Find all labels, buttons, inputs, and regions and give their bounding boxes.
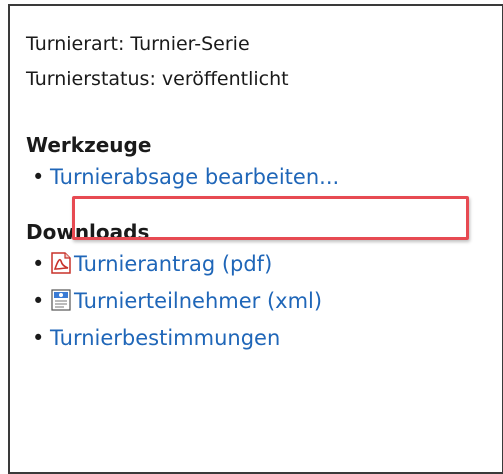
xml-file-icon (50, 289, 72, 311)
list-item: • Turnierantrag (pdf) (26, 250, 339, 278)
bullet: • (32, 252, 45, 276)
tournament-status: Turnierstatus: veröffentlicht (26, 68, 289, 90)
tournament-rules-link[interactable]: Turnierbestimmungen (50, 326, 280, 350)
bullet: • (32, 165, 45, 189)
highlight-box (72, 196, 469, 240)
tournament-type: Turnierart: Turnier-Serie (26, 33, 250, 55)
tournament-details: Turnierart: Turnier-Serie Turnierstatus:… (26, 32, 339, 352)
edit-cancellation-link[interactable]: Turnierabsage bearbeiten... (50, 165, 339, 189)
tools-heading: Werkzeuge (26, 133, 152, 157)
bullet: • (32, 326, 45, 350)
tools-list: • Turnierabsage bearbeiten... (26, 163, 339, 191)
download-xml-link[interactable]: Turnierteilnehmer (xml) (74, 289, 322, 313)
bullet: • (32, 289, 45, 313)
downloads-list: • Turnierantrag (pdf) • Turnierteilnehme… (26, 250, 339, 352)
list-item: • Turnierabsage bearbeiten... (26, 163, 339, 191)
download-pdf-link[interactable]: Turnierantrag (pdf) (74, 252, 272, 276)
list-item: • Turnierbestimmungen (26, 324, 339, 352)
list-item: • Turnierteilnehmer (xml) (26, 287, 339, 315)
pdf-icon (50, 252, 72, 274)
